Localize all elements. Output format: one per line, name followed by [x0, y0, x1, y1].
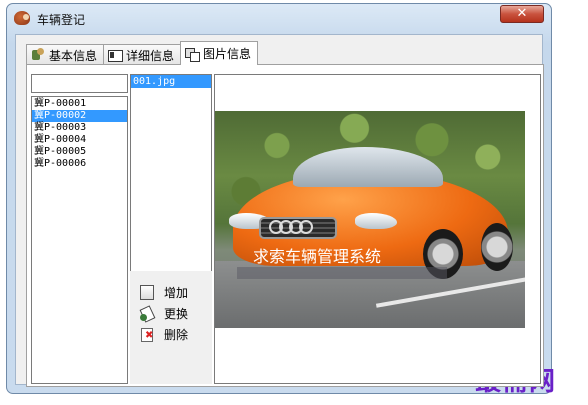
title-bar[interactable]: 车辆登记 ✕ [7, 4, 551, 32]
dialog-client-area: 基本信息 详细信息 图片信息 冀P-00001 冀P-00002 冀P-0000… [15, 34, 544, 387]
delete-icon [140, 327, 154, 342]
basic-info-icon [31, 48, 45, 62]
tab-label: 详细信息 [126, 48, 175, 63]
replace-icon [140, 306, 154, 321]
delete-image-button[interactable]: 删除 [140, 325, 188, 343]
tab-label: 图片信息 [203, 47, 252, 61]
watermark-text: 求索车辆管理系统 [253, 247, 382, 266]
list-item[interactable]: 冀P-00003 [32, 122, 127, 134]
logo-ring [299, 220, 313, 234]
replace-label: 更换 [164, 306, 189, 321]
picture-info-icon [185, 47, 201, 62]
image-actions: 增加 更换 删除 [130, 271, 212, 384]
replace-image-button[interactable]: 更换 [140, 304, 188, 322]
app-icon [14, 11, 30, 25]
add-image-button[interactable]: 增加 [140, 283, 188, 301]
image-preview: 求索车辆管理系统 [214, 74, 541, 384]
plate-list[interactable]: 冀P-00001 冀P-00002 冀P-00003 冀P-00004 冀P-0… [31, 96, 128, 384]
car-headlight [355, 213, 397, 229]
list-item[interactable]: 冀P-00006 [32, 158, 127, 170]
close-button[interactable]: ✕ [500, 5, 544, 23]
blurred-watermark [237, 267, 447, 279]
delete-label: 删除 [164, 327, 189, 342]
tab-basic-info[interactable]: 基本信息 [26, 44, 105, 65]
tab-picture-info[interactable]: 图片信息 [180, 41, 259, 65]
add-label: 增加 [164, 285, 189, 300]
car-wheel [481, 223, 513, 271]
window-title: 车辆登记 [37, 13, 86, 27]
detail-info-icon [108, 48, 124, 62]
vehicle-registration-window: 车辆登记 ✕ 基本信息 详细信息 图片信息 冀P-00001 冀P-00002 … [6, 3, 552, 394]
picture-info-panel: 冀P-00001 冀P-00002 冀P-00003 冀P-00004 冀P-0… [26, 64, 544, 387]
plate-search-input[interactable] [31, 74, 128, 93]
tab-label: 基本信息 [49, 48, 98, 63]
car-photo: 求索车辆管理系统 [215, 111, 525, 328]
list-item[interactable]: 冀P-00004 [32, 134, 127, 146]
list-item[interactable]: 冀P-00002 [32, 110, 127, 122]
list-item[interactable]: 冀P-00005 [32, 146, 127, 158]
list-item[interactable]: 001.jpg [131, 75, 211, 88]
tab-detail-info[interactable]: 详细信息 [103, 44, 182, 65]
list-item[interactable]: 冀P-00001 [32, 98, 127, 110]
tab-strip: 基本信息 详细信息 图片信息 [26, 41, 259, 65]
add-icon [140, 284, 154, 300]
